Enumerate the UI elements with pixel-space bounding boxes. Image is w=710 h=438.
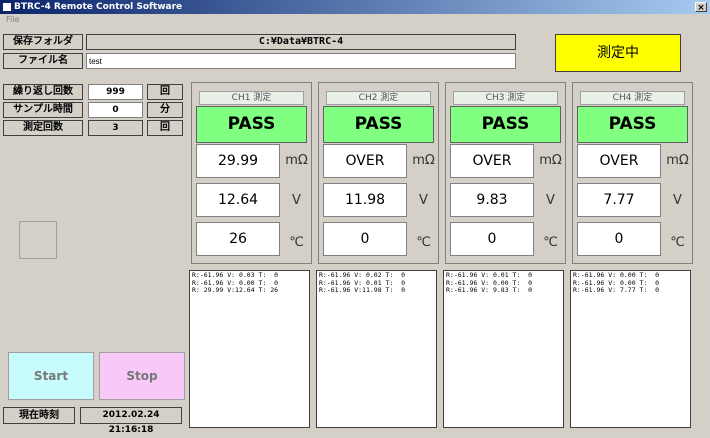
start-button[interactable]: Start (8, 352, 94, 400)
voltage-unit: V (292, 193, 301, 208)
voltage-value: 9.83 (450, 183, 534, 217)
stop-button[interactable]: Stop (99, 352, 185, 400)
measure-count-unit: 回 (147, 120, 183, 136)
repeat-count-unit: 回 (147, 84, 183, 100)
resistance-value: OVER (323, 144, 407, 178)
filename-input[interactable] (86, 53, 516, 69)
temperature-value: 0 (577, 222, 661, 256)
app-window: BTRC-4 Remote Control Software × File 保存… (0, 0, 710, 438)
channel-panel-1: CH1 測定 PASS 29.99 mΩ 12.64 V 26 ℃ (191, 82, 312, 264)
pass-status: PASS (196, 106, 307, 143)
resistance-value: 29.99 (196, 144, 280, 178)
voltage-value: 12.64 (196, 183, 280, 217)
resistance-unit: mΩ (539, 153, 562, 168)
title-bar: BTRC-4 Remote Control Software × (0, 0, 710, 14)
close-button[interactable]: × (695, 2, 707, 13)
sample-time-input[interactable]: 0 (88, 102, 143, 118)
menu-bar: File (0, 14, 710, 26)
temperature-unit: ℃ (670, 235, 685, 250)
channel-title: CH1 測定 (199, 91, 304, 105)
folder-path: C:¥Data¥BTRC-4 (86, 34, 516, 50)
channel-title: CH4 測定 (580, 91, 685, 105)
indicator-square (19, 221, 57, 259)
temperature-unit: ℃ (543, 235, 558, 250)
repeat-count-label: 繰り返し回数 (3, 84, 83, 100)
temperature-value: 0 (450, 222, 534, 256)
temperature-unit: ℃ (416, 235, 431, 250)
channel-panel-3: CH3 測定 PASS OVER mΩ 9.83 V 0 ℃ (445, 82, 566, 264)
resistance-value: OVER (450, 144, 534, 178)
channel-log-2[interactable]: R:-61.96 V: 0.02 T: 0 R:-61.96 V: 0.01 T… (316, 270, 437, 428)
sample-time-unit: 分 (147, 102, 183, 118)
menu-file[interactable]: File (6, 15, 19, 24)
pass-status: PASS (323, 106, 434, 143)
status-indicator: 測定中 (555, 34, 681, 72)
channel-log-3[interactable]: R:-61.96 V: 0.01 T: 0 R:-61.96 V: 0.00 T… (443, 270, 564, 428)
channel-title: CH3 測定 (453, 91, 558, 105)
window-title: BTRC-4 Remote Control Software (14, 2, 183, 12)
app-icon (3, 3, 11, 11)
resistance-value: OVER (577, 144, 661, 178)
folder-label: 保存フォルダ (3, 34, 83, 50)
clock-label: 現在時刻 (3, 407, 75, 424)
temperature-unit: ℃ (289, 235, 304, 250)
resistance-unit: mΩ (285, 153, 308, 168)
channel-panel-2: CH2 測定 PASS OVER mΩ 11.98 V 0 ℃ (318, 82, 439, 264)
pass-status: PASS (577, 106, 688, 143)
channel-panel-4: CH4 測定 PASS OVER mΩ 7.77 V 0 ℃ (572, 82, 693, 264)
voltage-unit: V (546, 193, 555, 208)
voltage-unit: V (419, 193, 428, 208)
channel-title: CH2 測定 (326, 91, 431, 105)
voltage-value: 7.77 (577, 183, 661, 217)
temperature-value: 26 (196, 222, 280, 256)
filename-label: ファイル名 (3, 53, 83, 69)
sample-time-label: サンプル時間 (3, 102, 83, 118)
channel-log-1[interactable]: R:-61.96 V: 0.03 T: 0 R:-61.96 V: 0.00 T… (189, 270, 310, 428)
resistance-unit: mΩ (412, 153, 435, 168)
temperature-value: 0 (323, 222, 407, 256)
clock-value: 2012.02.24 21:16:18 (80, 407, 182, 435)
channel-log-4[interactable]: R:-61.96 V: 0.00 T: 0 R:-61.96 V: 0.00 T… (570, 270, 691, 428)
repeat-count-input[interactable]: 999 (88, 84, 143, 100)
resistance-unit: mΩ (666, 153, 689, 168)
measure-count-value: 3 (88, 120, 143, 136)
voltage-unit: V (673, 193, 682, 208)
pass-status: PASS (450, 106, 561, 143)
measure-count-label: 測定回数 (3, 120, 83, 136)
voltage-value: 11.98 (323, 183, 407, 217)
